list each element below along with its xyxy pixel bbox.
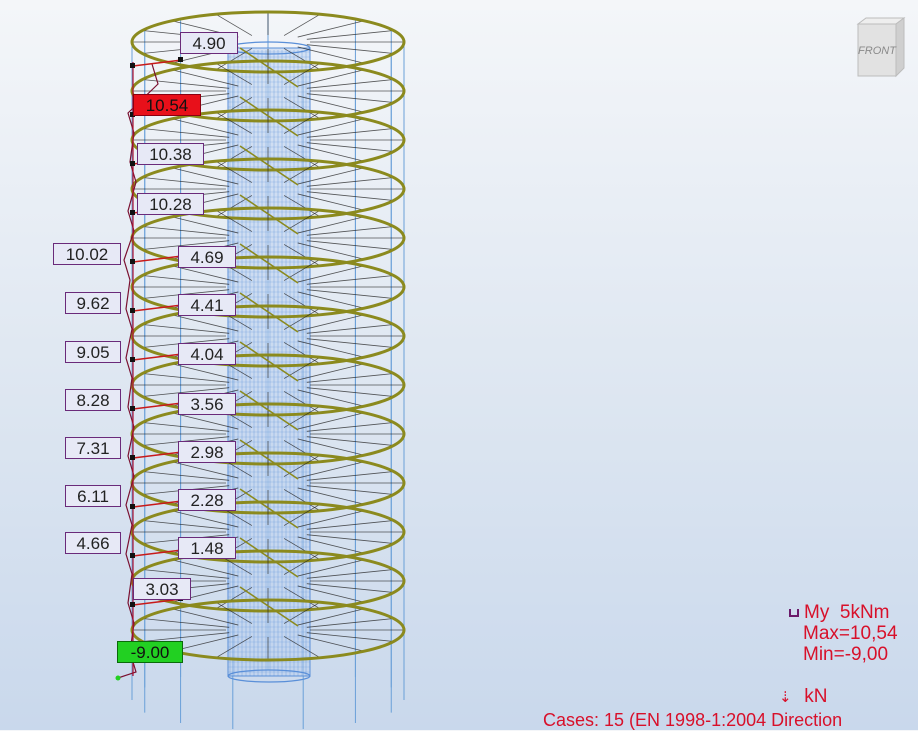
- moment-value-label: 4.66: [65, 532, 121, 554]
- diagram-node-marker: [130, 210, 135, 215]
- moment-min-label: -9.00: [117, 641, 183, 663]
- diagram-node-marker: [130, 259, 135, 264]
- moment-value-label: 4.69: [178, 246, 236, 268]
- diagram-node-marker: [130, 161, 135, 166]
- diagram-node-marker: [130, 406, 135, 411]
- moment-value-label: 4.41: [178, 294, 236, 316]
- radial-beam: [283, 13, 321, 36]
- diagram-node-marker: [130, 553, 135, 558]
- structural-3d-viewport[interactable]: 4.90 10.54 10.38 10.28 10.02 4.69 9.62 4…: [0, 0, 918, 730]
- diagram-node-marker: [130, 602, 135, 607]
- legend-quantity: My 5kNm: [789, 603, 890, 623]
- moment-value-label: 9.62: [65, 292, 121, 314]
- view-cube-icon: FRONT: [856, 17, 906, 78]
- moment-value-label: 8.28: [65, 389, 121, 411]
- diagram-node-marker: [130, 308, 135, 313]
- legend-quantity-name: My: [804, 602, 830, 623]
- legend-min: Min=-9,00: [803, 644, 889, 665]
- moment-value-label: 10.38: [137, 143, 204, 165]
- view-cube[interactable]: FRONT: [854, 16, 906, 78]
- moment-symbol-icon: [789, 608, 799, 617]
- support-node-marker: [115, 675, 121, 681]
- moment-max-label: 10.54: [133, 94, 201, 116]
- moment-value-label: 10.28: [137, 193, 204, 215]
- moment-value-label: 3.56: [178, 393, 236, 415]
- legend-force: ⇣ kN: [779, 687, 828, 708]
- force-arrow-icon: ⇣: [779, 689, 792, 706]
- moment-value-label: 7.31: [65, 437, 121, 459]
- diagram-node-marker: [130, 357, 135, 362]
- diagram-node-marker: [178, 57, 183, 62]
- moment-value-label: 6.11: [65, 485, 121, 507]
- moment-value-label: 10.02: [53, 243, 121, 265]
- diagram-node-marker: [130, 455, 135, 460]
- diagram-node-marker: [130, 504, 135, 509]
- legend-scale: 5kNm: [839, 602, 890, 623]
- moment-value-label: 4.04: [178, 343, 236, 365]
- moment-value-label: 3.03: [133, 578, 191, 600]
- moment-value-label: 2.98: [178, 441, 236, 463]
- moment-value-label: 4.90: [180, 32, 238, 54]
- moment-value-label: 9.05: [65, 341, 121, 363]
- diagram-node-marker: [130, 63, 135, 68]
- moment-value-label: 1.48: [178, 537, 236, 559]
- legend-force-unit: kN: [804, 686, 828, 707]
- load-case-status: Cases: 15 (EN 1998-1:2004 Direction: [543, 710, 843, 730]
- view-cube-face-label: FRONT: [858, 45, 897, 57]
- legend-max: Max=10,54: [803, 623, 898, 644]
- moment-value-label: 2.28: [178, 489, 236, 511]
